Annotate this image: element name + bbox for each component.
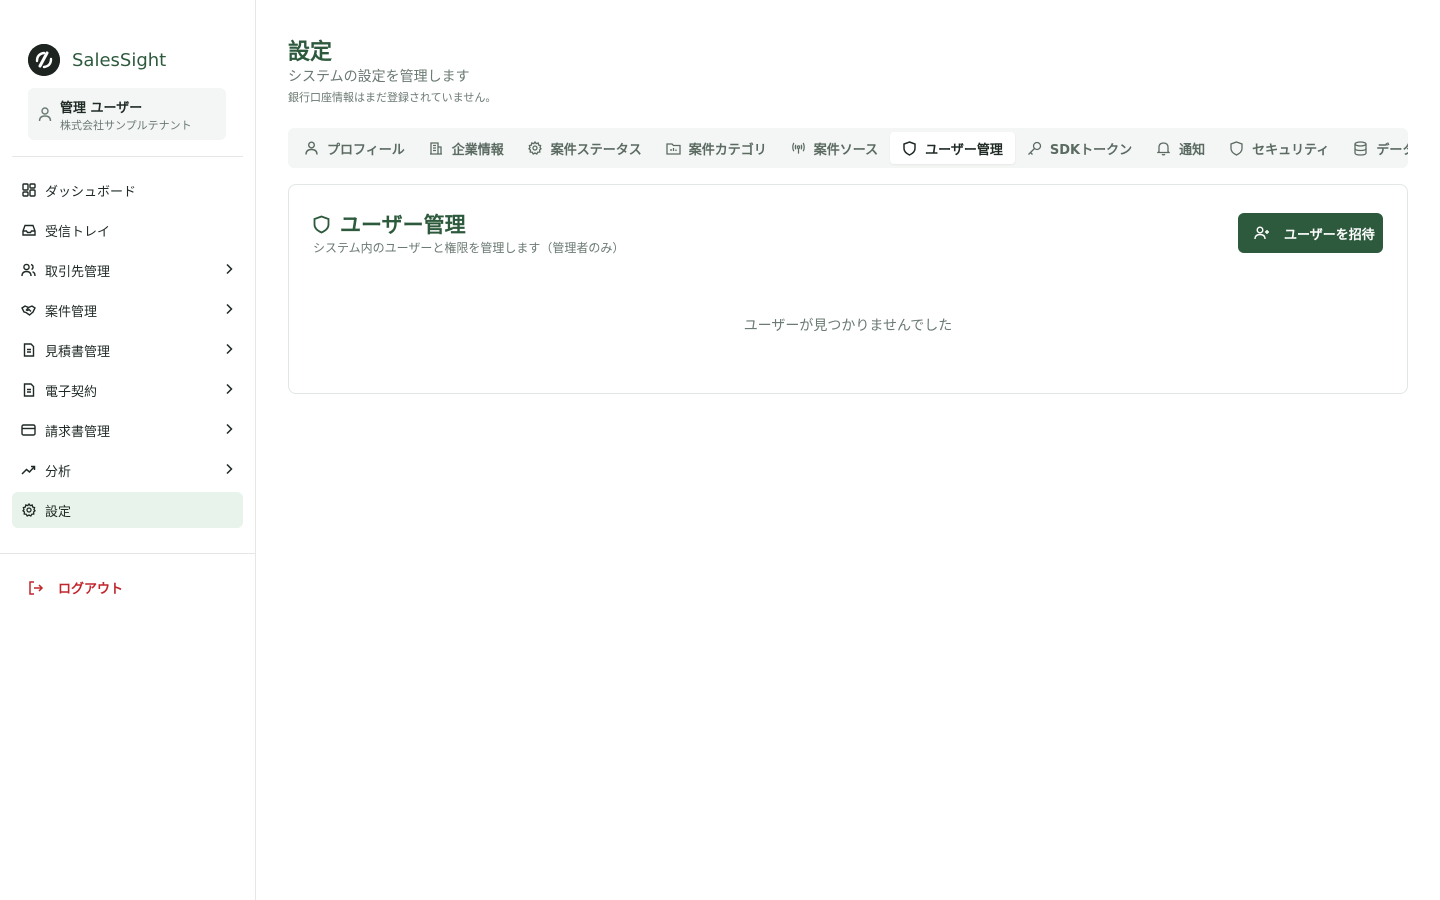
tab-data-management[interactable]: データ管理 <box>1341 132 1408 164</box>
tab-label: ユーザー管理 <box>925 142 1003 158</box>
salessight-logo-icon <box>28 44 60 76</box>
tab-label: セキュリティ <box>1252 142 1330 158</box>
sidebar-item-label: 案件管理 <box>45 304 98 320</box>
sidebar-item-label: ダッシュボード <box>45 184 137 200</box>
users-icon <box>21 263 36 278</box>
sidebar-item-clients[interactable]: 取引先管理 <box>12 252 243 288</box>
sidebar-item-label: 設定 <box>45 504 72 520</box>
card-header: ユーザー管理 <box>313 209 466 239</box>
user-name: 管理 ユーザー <box>60 101 143 116</box>
brand[interactable]: SalesSight <box>28 44 166 76</box>
tab-deal-source[interactable]: 案件ソース <box>779 132 890 164</box>
sidebar-item-analytics[interactable]: 分析 <box>12 452 243 488</box>
sidebar-item-quotes[interactable]: 見積書管理 <box>12 332 243 368</box>
invite-button-label: ユーザーを招待 <box>1284 226 1375 242</box>
credit-card-icon <box>21 423 36 438</box>
user-plus-icon <box>1254 226 1270 240</box>
document-icon <box>21 343 36 358</box>
sidebar: SalesSight 管理 ユーザー 株式会社サンプルテナント ダッシュボード <box>0 0 256 900</box>
sidebar-item-settings[interactable]: 設定 <box>12 492 243 528</box>
tab-deal-category[interactable]: 案件カテゴリ <box>654 132 779 164</box>
tab-label: 案件ソース <box>813 142 879 158</box>
tab-company[interactable]: 企業情報 <box>417 132 516 164</box>
building-icon <box>429 141 444 156</box>
sidebar-item-inbox[interactable]: 受信トレイ <box>12 212 243 248</box>
sidebar-item-label: 請求書管理 <box>45 424 111 440</box>
chevron-right-icon <box>225 263 233 275</box>
shield-icon <box>1229 140 1244 156</box>
tab-deal-status[interactable]: 案件ステータス <box>516 132 654 164</box>
user-management-card: ユーザー管理 システム内のユーザーと権限を管理します（管理者のみ） ユーザーを招… <box>288 184 1408 394</box>
bell-icon <box>1156 141 1171 156</box>
sidebar-item-label: 取引先管理 <box>45 264 111 280</box>
user-card[interactable]: 管理 ユーザー 株式会社サンプルテナント <box>28 88 226 140</box>
database-icon <box>1353 140 1368 156</box>
sidebar-nav: ダッシュボード 受信トレイ 取引先管理 案件管理 見積書管理 電子契約 請求書管… <box>12 172 243 532</box>
trending-up-icon <box>21 463 36 478</box>
user-tenant: 株式会社サンプルテナント <box>60 119 192 132</box>
sidebar-item-deals[interactable]: 案件管理 <box>12 292 243 328</box>
sidebar-divider <box>0 553 255 554</box>
sidebar-item-label: 電子契約 <box>45 384 98 400</box>
dashboard-icon <box>21 183 36 198</box>
shield-icon <box>902 140 917 156</box>
brand-name: SalesSight <box>72 49 167 71</box>
handshake-icon <box>21 303 36 318</box>
logout-label: ログアウト <box>58 582 124 597</box>
sidebar-item-invoices[interactable]: 請求書管理 <box>12 412 243 448</box>
sidebar-item-dashboard[interactable]: ダッシュボード <box>12 172 243 208</box>
invite-user-button[interactable]: ユーザーを招待 <box>1238 213 1383 253</box>
tab-label: 案件ステータス <box>550 142 642 158</box>
shield-icon <box>313 215 330 234</box>
inbox-icon <box>21 223 36 238</box>
chevron-right-icon <box>225 303 233 315</box>
chevron-right-icon <box>225 423 233 435</box>
page-title: 設定 <box>288 40 333 65</box>
chevron-right-icon <box>225 343 233 355</box>
sidebar-divider <box>12 156 243 157</box>
tab-label: 案件カテゴリ <box>688 142 767 158</box>
logout-icon <box>28 580 44 595</box>
sidebar-item-label: 分析 <box>45 464 72 480</box>
radio-icon <box>791 141 806 156</box>
tab-label: プロフィール <box>327 142 405 158</box>
tab-sdk-token[interactable]: SDKトークン <box>1015 132 1144 164</box>
document-icon <box>21 383 36 398</box>
chevron-right-icon <box>225 383 233 395</box>
tab-notifications[interactable]: 通知 <box>1144 132 1217 164</box>
page-note: 銀行口座情報はまだ登録されていません。 <box>288 91 497 104</box>
tab-label: 企業情報 <box>451 142 504 158</box>
tab-security[interactable]: セキュリティ <box>1217 132 1341 164</box>
sidebar-item-label: 見積書管理 <box>45 344 111 360</box>
sidebar-item-contracts[interactable]: 電子契約 <box>12 372 243 408</box>
card-description: システム内のユーザーと権限を管理します（管理者のみ） <box>313 241 625 255</box>
settings-tabs: プロフィール 企業情報 案件ステータス 案件カテゴリ 案件ソース ユーザー管理 … <box>288 128 1408 168</box>
gear-icon <box>528 141 543 156</box>
user-icon <box>304 141 319 156</box>
tab-profile[interactable]: プロフィール <box>292 132 417 164</box>
tab-label: SDKトークン <box>1049 142 1133 158</box>
sidebar-item-label: 受信トレイ <box>45 224 111 240</box>
folder-icon <box>666 141 681 156</box>
user-icon <box>38 106 52 122</box>
empty-state-message: ユーザーが見つかりませんでした <box>743 318 953 334</box>
chevron-right-icon <box>225 463 233 475</box>
tab-label: データ管理 <box>1376 142 1408 158</box>
card-title: ユーザー管理 <box>340 213 466 237</box>
page-subtitle: システムの設定を管理します <box>288 69 470 85</box>
gear-icon <box>21 503 36 518</box>
tab-user-management[interactable]: ユーザー管理 <box>890 132 1015 164</box>
key-icon <box>1027 141 1042 156</box>
tab-label: 通知 <box>1179 142 1206 158</box>
logout-button[interactable]: ログアウト <box>28 578 123 597</box>
